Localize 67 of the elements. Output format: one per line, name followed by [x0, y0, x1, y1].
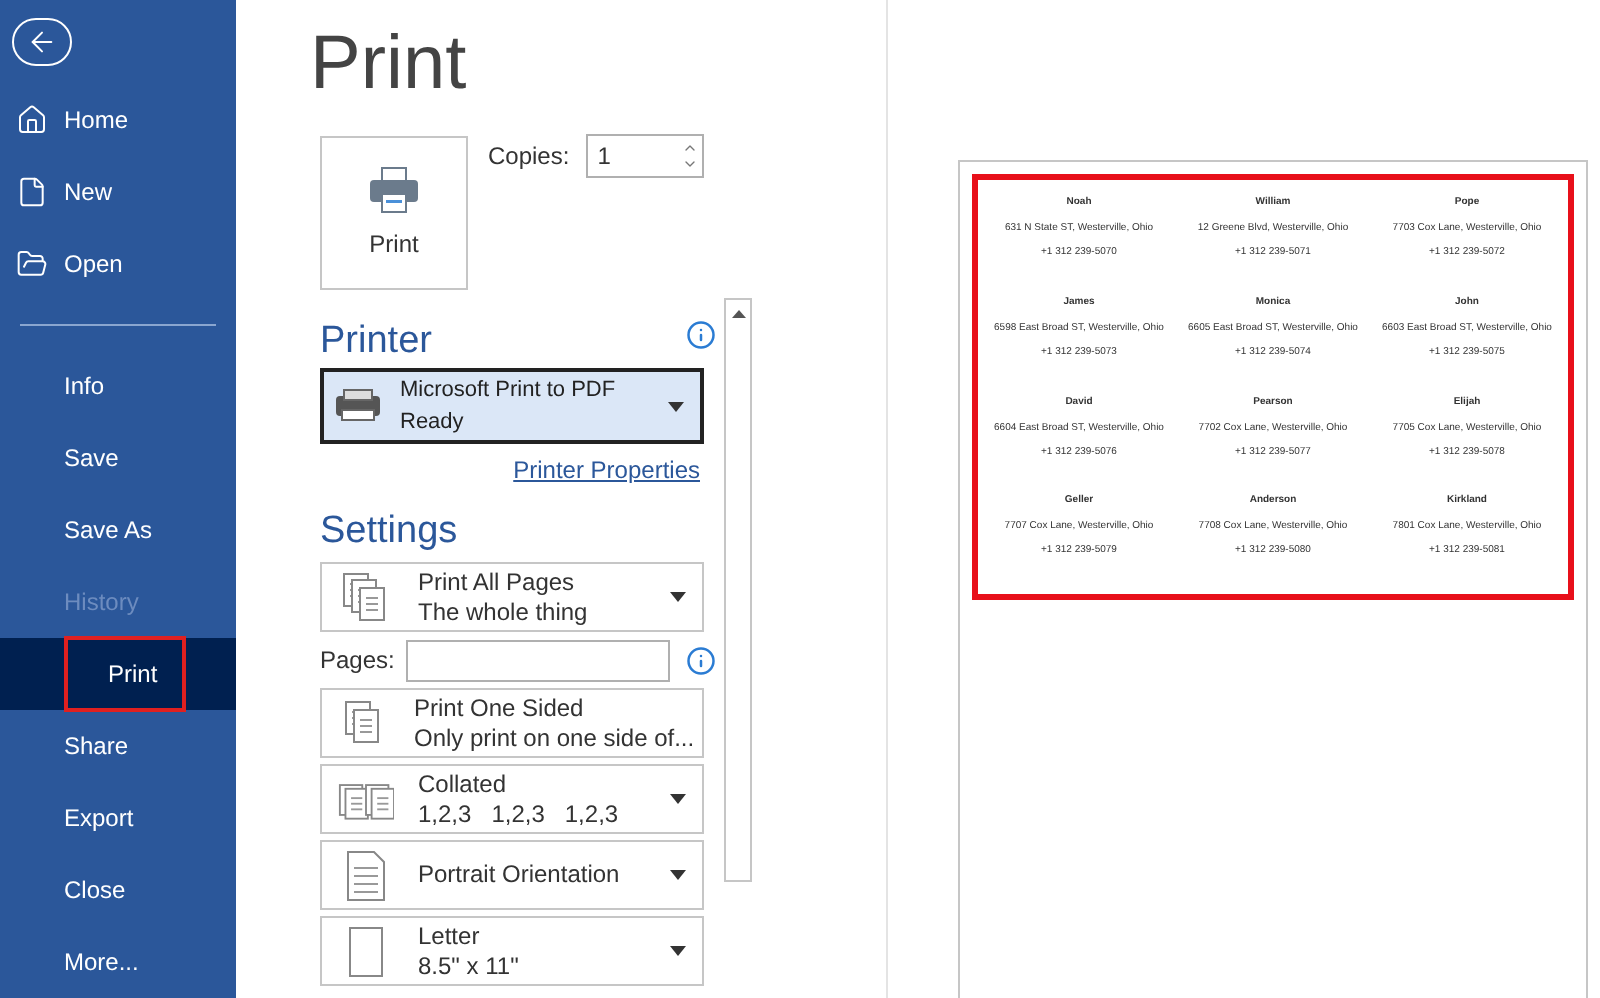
- printer-name: Microsoft Print to PDF: [400, 376, 618, 406]
- menu-item[interactable]: Home: [0, 84, 236, 156]
- copies-value: 1: [597, 140, 611, 174]
- info-icon[interactable]: [686, 320, 716, 350]
- menu-label: Print: [64, 636, 186, 712]
- option-title: Portrait Orientation: [418, 860, 622, 890]
- menu-label: Save: [64, 442, 119, 476]
- printer-heading: Printer: [320, 318, 432, 366]
- menu-item[interactable]: Export: [0, 782, 236, 854]
- option-title: Letter: [418, 921, 482, 951]
- printer-status: Ready: [400, 408, 466, 438]
- option-subtitle: 8.5" x 11": [418, 951, 521, 981]
- caret-icon: [670, 592, 686, 602]
- menu-label: More...: [64, 946, 139, 980]
- menu-item[interactable]: Save: [0, 422, 236, 494]
- folder-icon: [16, 248, 48, 280]
- menu-label: Home: [64, 104, 129, 138]
- pages-input[interactable]: [406, 639, 670, 681]
- blank-page-icon: [344, 923, 388, 979]
- menu-label: Save As: [64, 514, 153, 548]
- document-icon: [16, 176, 48, 208]
- menu-item[interactable]: Open: [0, 228, 236, 300]
- menu-label: History: [64, 586, 139, 620]
- printer-icon: [332, 388, 384, 424]
- caret-icon: [668, 401, 684, 411]
- back-button[interactable]: [12, 18, 72, 66]
- info-icon[interactable]: [686, 645, 716, 675]
- caret-icon: [670, 946, 686, 956]
- menu-label: Share: [64, 730, 129, 764]
- portrait-page-icon: [344, 847, 388, 903]
- option-subtitle: Only print on one side of...: [414, 723, 695, 753]
- printer-dropdown[interactable]: Microsoft Print to PDF Ready: [320, 368, 704, 444]
- scroll-up-icon: [731, 310, 745, 318]
- pages-label: Pages:: [320, 644, 395, 678]
- option-title: Collated: [418, 769, 509, 799]
- menu-item[interactable]: Info: [0, 350, 236, 422]
- printer-icon: [368, 165, 420, 213]
- menu-label: Export: [64, 802, 134, 836]
- caret-icon: [670, 794, 686, 804]
- option-subtitle: 1,2,3 1,2,3 1,2,3: [418, 799, 621, 829]
- menu-item[interactable]: New: [0, 156, 236, 228]
- setting-dropdown[interactable]: Print All Pages The whole thing: [320, 562, 704, 632]
- option-title: Print All Pages: [418, 567, 577, 597]
- menu-label: Info: [64, 370, 105, 404]
- menu-label: New: [64, 176, 113, 210]
- option-subtitle: The whole thing: [418, 597, 590, 627]
- printer-properties-link[interactable]: Printer Properties: [513, 452, 700, 488]
- caret-icon: [670, 870, 686, 880]
- home-icon: [16, 104, 48, 136]
- menu-label: Close: [64, 874, 126, 908]
- menu-item[interactable]: More...: [0, 926, 236, 998]
- menu-item[interactable]: Share: [0, 710, 236, 782]
- copies-label: Copies:: [488, 140, 570, 174]
- setting-dropdown[interactable]: Print One Sided Only print on one side of...: [320, 688, 704, 758]
- page-title: Print: [310, 20, 469, 110]
- menu-item[interactable]: Print: [0, 638, 236, 710]
- setting-dropdown[interactable]: Portrait Orientation: [320, 840, 704, 910]
- menu-label: Open: [64, 248, 123, 282]
- settings-heading: Settings: [320, 508, 460, 556]
- print-button[interactable]: Print: [320, 136, 468, 290]
- copies-spinner[interactable]: 1: [585, 134, 704, 178]
- menu-item[interactable]: Save As: [0, 494, 236, 566]
- setting-dropdown[interactable]: Letter 8.5" x 11": [320, 916, 704, 986]
- scrollbar[interactable]: [724, 298, 752, 882]
- menu-item[interactable]: Close: [0, 854, 236, 926]
- setting-dropdown[interactable]: Collated 1,2,3 1,2,3 1,2,3: [320, 764, 704, 834]
- option-title: Print One Sided: [414, 693, 586, 723]
